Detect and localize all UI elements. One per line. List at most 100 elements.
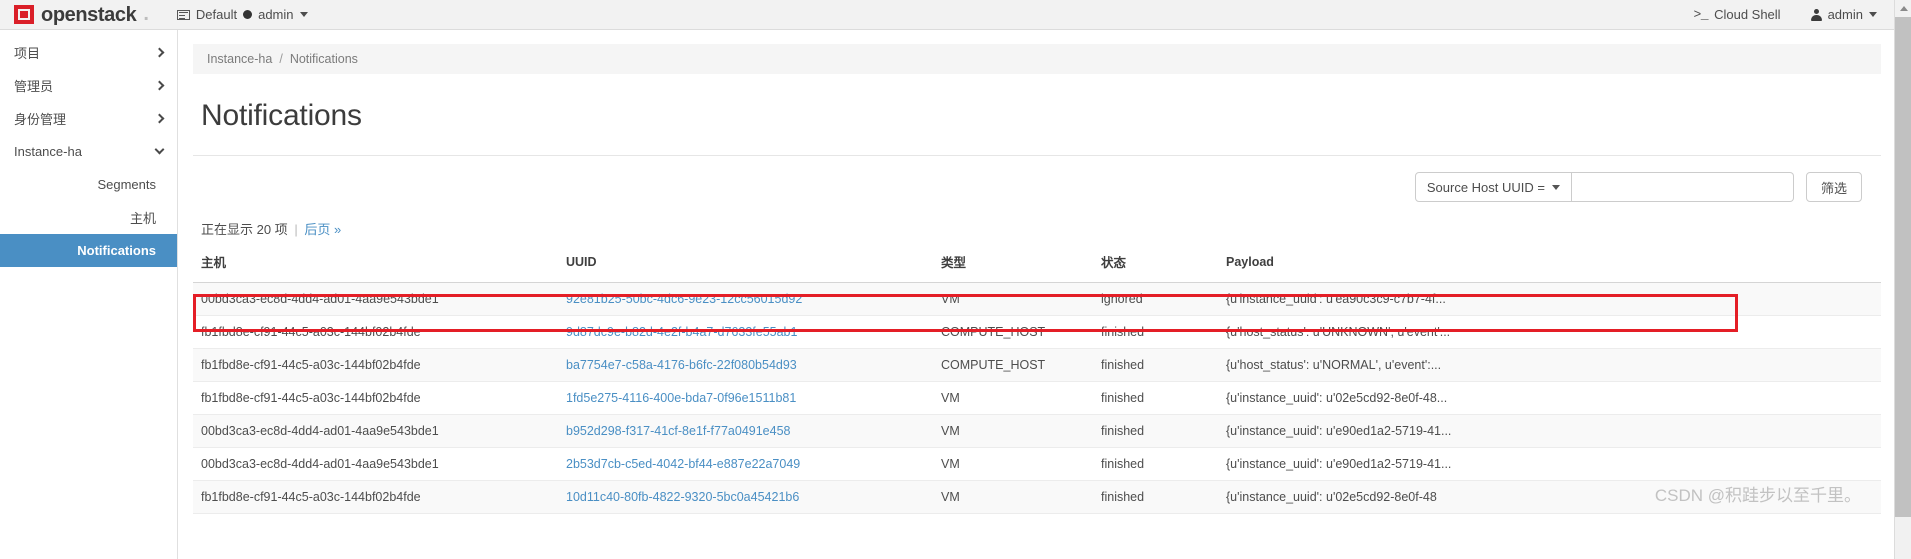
cell-status: ignored bbox=[1093, 282, 1218, 316]
openstack-brand[interactable]: openstack . bbox=[14, 3, 149, 26]
column-header-payload[interactable]: Payload bbox=[1218, 247, 1881, 283]
sidebar-group-label: 管理员 bbox=[14, 78, 54, 94]
summary-separator: | bbox=[294, 222, 298, 237]
cell-host: 00bd3ca3-ec8d-4dd4-ad01-4aa9e543bde1 bbox=[193, 282, 558, 316]
table-row[interactable]: 00bd3ca3-ec8d-4dd4-ad01-4aa9e543bde1 92e8… bbox=[193, 282, 1881, 316]
filter-input[interactable] bbox=[1571, 172, 1794, 202]
table-row[interactable]: fb1fbd8e-cf91-44c5-a03c-144bf02b4fde 1fd5… bbox=[193, 381, 1881, 415]
cell-payload: {u'instance_uuid': u'02e5cd92-8e0f-48... bbox=[1218, 381, 1881, 415]
cell-uuid[interactable]: 92e81b25-50bc-4dc6-9e23-12cc56015d92 bbox=[558, 282, 933, 316]
sidebar-group-admin[interactable]: 管理员 bbox=[0, 69, 177, 101]
cell-host: fb1fbd8e-cf91-44c5-a03c-144bf02b4fde bbox=[193, 315, 558, 349]
chevron-right-icon bbox=[154, 113, 165, 123]
user-icon bbox=[1810, 8, 1822, 21]
cell-status: finished bbox=[1093, 348, 1218, 382]
sidebar-item-label: Notifications bbox=[77, 243, 156, 258]
uuid-link[interactable]: 1fd5e275-4116-400e-bda7-0f96e1511b81 bbox=[566, 391, 796, 405]
sidebar-group-instance-ha[interactable]: Instance-ha bbox=[0, 135, 177, 167]
cell-payload: {u'instance_uuid': u'e90ed1a2-5719-41... bbox=[1218, 447, 1881, 481]
cell-status: finished bbox=[1093, 381, 1218, 415]
cell-type: COMPUTE_HOST bbox=[933, 348, 1093, 382]
cell-status: finished bbox=[1093, 315, 1218, 349]
sidebar: 项目 管理员 身份管理 Instance-ha Segments 主机 Noti… bbox=[0, 30, 178, 559]
cell-uuid[interactable]: b952d298-f317-41cf-8e1f-f77a0491e458 bbox=[558, 414, 933, 448]
table-row[interactable]: fb1fbd8e-cf91-44c5-a03c-144bf02b4fde 9d87… bbox=[193, 315, 1881, 349]
brand-dot: . bbox=[143, 3, 149, 25]
cell-host: fb1fbd8e-cf91-44c5-a03c-144bf02b4fde bbox=[193, 480, 558, 514]
domain-project-switcher[interactable]: Default admin bbox=[176, 7, 308, 22]
cloud-shell-label: Cloud Shell bbox=[1714, 7, 1781, 22]
sidebar-item-segments[interactable]: Segments bbox=[0, 168, 177, 201]
cell-uuid[interactable]: 10d11c40-80fb-4822-9320-5bc0a45421b6 bbox=[558, 480, 933, 514]
cell-payload: {u'instance_uuid': u'02e5cd92-8e0f-48 bbox=[1218, 480, 1881, 514]
filter-group: Source Host UUID = bbox=[1414, 172, 1794, 202]
top-navbar: openstack . Default admin >_ Cloud Shell… bbox=[0, 0, 1911, 30]
project-label: admin bbox=[258, 7, 294, 22]
breadcrumb: Instance-ha / Notifications bbox=[193, 44, 1881, 74]
uuid-link[interactable]: 9d87dc9e-b82d-4e2f-b4a7-d7633fe55ab1 bbox=[566, 325, 797, 339]
filter-field-dropdown[interactable]: Source Host UUID = bbox=[1414, 172, 1572, 202]
table-row[interactable]: 00bd3ca3-ec8d-4dd4-ad01-4aa9e543bde1 b952… bbox=[193, 414, 1881, 448]
breadcrumb-parent[interactable]: Instance-ha bbox=[207, 52, 272, 66]
filter-toolbar: Source Host UUID = 筛选 bbox=[193, 172, 1881, 202]
result-summary: 正在显示 20 项 | 后页 » bbox=[201, 219, 1881, 238]
cell-uuid[interactable]: 2b53d7cb-c5ed-4042-bf44-e887e22a7049 bbox=[558, 447, 933, 481]
brand-name: openstack bbox=[41, 3, 137, 26]
chevron-down-icon bbox=[299, 12, 308, 17]
project-dot-icon bbox=[243, 10, 253, 19]
uuid-link[interactable]: ba7754e7-c58a-4176-b6fc-22f080b54d93 bbox=[566, 358, 797, 372]
table-head: 主机 UUID 类型 状态 Payload bbox=[193, 247, 1881, 283]
column-header-type[interactable]: 类型 bbox=[933, 247, 1093, 283]
cell-uuid[interactable]: ba7754e7-c58a-4176-b6fc-22f080b54d93 bbox=[558, 348, 933, 382]
table-row[interactable]: fb1fbd8e-cf91-44c5-a03c-144bf02b4fde 10d1… bbox=[193, 480, 1881, 514]
main-content: Instance-ha / Notifications Notification… bbox=[178, 30, 1911, 559]
sidebar-group-identity[interactable]: 身份管理 bbox=[0, 102, 177, 134]
cell-host: 00bd3ca3-ec8d-4dd4-ad01-4aa9e543bde1 bbox=[193, 414, 558, 448]
sidebar-group-label: 身份管理 bbox=[14, 111, 67, 127]
cell-uuid[interactable]: 1fd5e275-4116-400e-bda7-0f96e1511b81 bbox=[558, 381, 933, 415]
sidebar-group-project[interactable]: 项目 bbox=[0, 36, 177, 68]
filter-field-label: Source Host UUID = bbox=[1426, 179, 1545, 195]
filter-submit-button[interactable]: 筛选 bbox=[1805, 172, 1862, 202]
sidebar-group-label: Instance-ha bbox=[14, 143, 82, 159]
uuid-link[interactable]: b952d298-f317-41cf-8e1f-f77a0491e458 bbox=[566, 424, 791, 438]
sidebar-group-label: 项目 bbox=[14, 45, 41, 61]
terminal-prompt-icon: >_ bbox=[1693, 7, 1709, 22]
breadcrumb-current: Notifications bbox=[289, 52, 358, 66]
cell-type: COMPUTE_HOST bbox=[933, 315, 1093, 349]
scrollbar-thumb[interactable] bbox=[1895, 17, 1911, 517]
column-header-uuid[interactable]: UUID bbox=[558, 247, 933, 283]
uuid-link[interactable]: 2b53d7cb-c5ed-4042-bf44-e887e22a7049 bbox=[566, 457, 800, 471]
cell-host: fb1fbd8e-cf91-44c5-a03c-144bf02b4fde bbox=[193, 348, 558, 382]
cell-status: finished bbox=[1093, 447, 1218, 481]
cell-host: 00bd3ca3-ec8d-4dd4-ad01-4aa9e543bde1 bbox=[193, 447, 558, 481]
page-body: 项目 管理员 身份管理 Instance-ha Segments 主机 Noti… bbox=[0, 30, 1911, 559]
cell-payload: {u'instance_uuid': u'e90ed1a2-5719-41... bbox=[1218, 414, 1881, 448]
vertical-scrollbar[interactable] bbox=[1894, 0, 1911, 559]
cloud-shell-button[interactable]: >_ Cloud Shell bbox=[1693, 7, 1780, 22]
column-header-status[interactable]: 状态 bbox=[1093, 247, 1218, 283]
column-header-host[interactable]: 主机 bbox=[193, 247, 558, 283]
uuid-link[interactable]: 10d11c40-80fb-4822-9320-5bc0a45421b6 bbox=[566, 490, 799, 504]
table-row[interactable]: 00bd3ca3-ec8d-4dd4-ad01-4aa9e543bde1 2b53… bbox=[193, 447, 1881, 481]
chevron-down-icon bbox=[1869, 12, 1877, 17]
uuid-link[interactable]: 92e81b25-50bc-4dc6-9e23-12cc56015d92 bbox=[566, 292, 802, 306]
chevron-right-icon bbox=[154, 47, 165, 57]
chevron-right-icon bbox=[154, 80, 165, 90]
scroll-up-arrow-icon[interactable] bbox=[1895, 0, 1911, 17]
page-title: Notifications bbox=[201, 99, 362, 132]
table-row[interactable]: fb1fbd8e-cf91-44c5-a03c-144bf02b4fde ba77… bbox=[193, 348, 1881, 382]
user-menu[interactable]: admin bbox=[1810, 7, 1877, 22]
cell-uuid[interactable]: 9d87dc9e-b82d-4e2f-b4a7-d7633fe55ab1 bbox=[558, 315, 933, 349]
table-body: 00bd3ca3-ec8d-4dd4-ad01-4aa9e543bde1 92e8… bbox=[193, 282, 1881, 514]
next-page-link[interactable]: 后页 » bbox=[304, 222, 341, 237]
navbar-right: >_ Cloud Shell admin bbox=[1693, 7, 1903, 22]
sidebar-item-notifications[interactable]: Notifications bbox=[0, 234, 177, 267]
cell-status: finished bbox=[1093, 414, 1218, 448]
cell-host: fb1fbd8e-cf91-44c5-a03c-144bf02b4fde bbox=[193, 381, 558, 415]
sidebar-item-hosts[interactable]: 主机 bbox=[0, 201, 177, 234]
cell-payload: {u'instance_uuid': u'ea90c3c9-c7b7-4f... bbox=[1218, 282, 1881, 316]
chevron-down-icon bbox=[1551, 184, 1560, 190]
domain-icon bbox=[176, 9, 190, 20]
cell-type: VM bbox=[933, 447, 1093, 481]
